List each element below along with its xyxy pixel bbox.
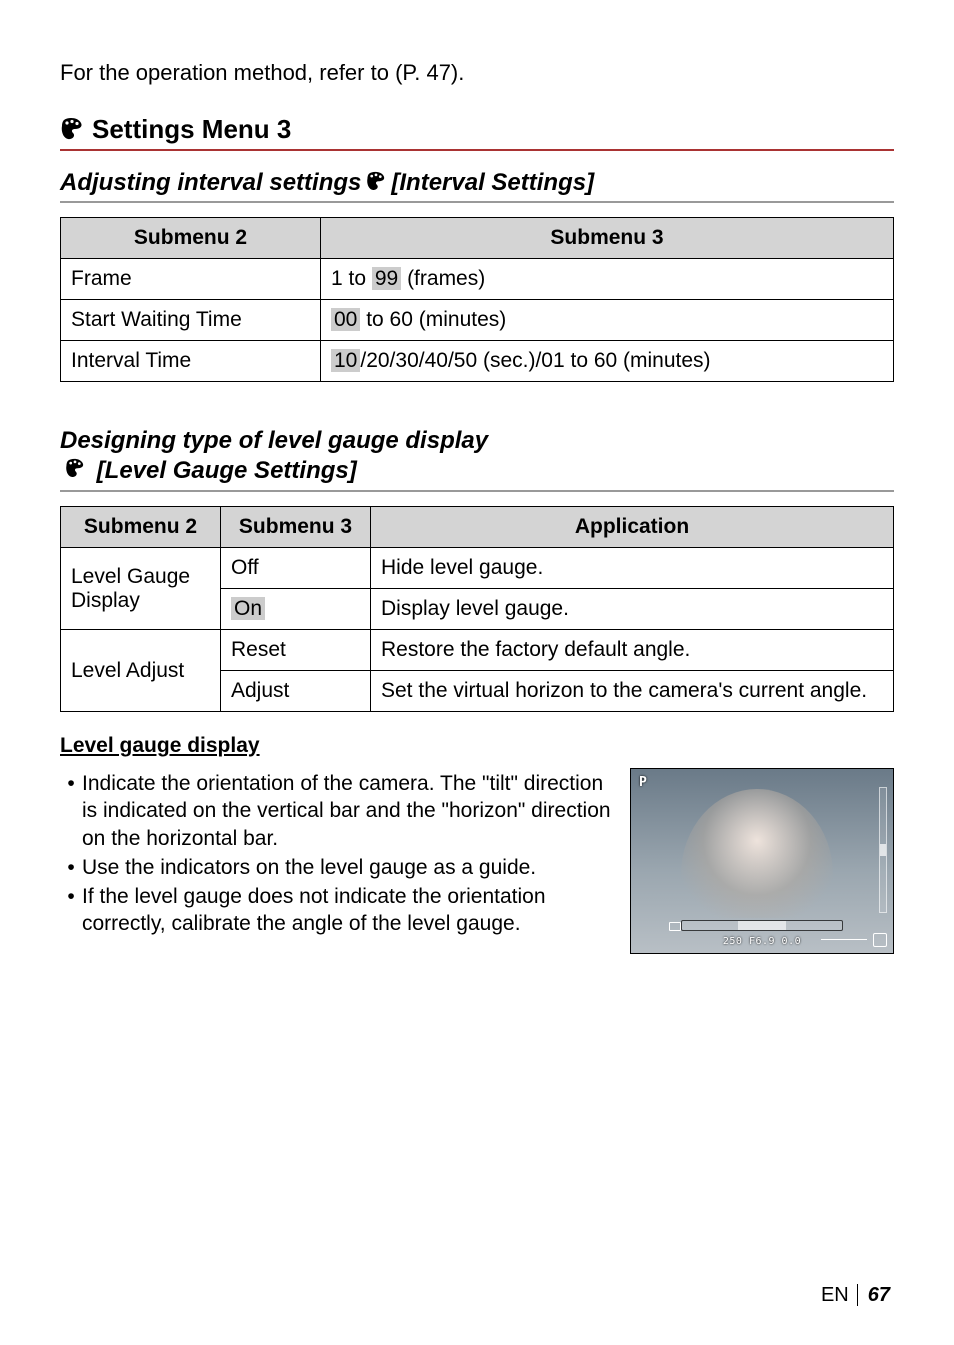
row-app: Restore the factory default angle. [371, 630, 894, 671]
list-item: •Indicate the orientation of the camera.… [60, 770, 614, 852]
row-app: Display level gauge. [371, 589, 894, 630]
row-key: Interval Time [61, 341, 321, 382]
row-key: Start Waiting Time [61, 300, 321, 341]
menu-title: Settings Menu 3 [92, 114, 291, 145]
row-span: Level Adjust [61, 630, 221, 712]
tilt-gauge [879, 787, 887, 913]
level-table: Submenu 2 Submenu 3 Application Level Ga… [60, 506, 894, 712]
preview-subject [681, 789, 833, 918]
row-span: Level Gauge Display [61, 548, 221, 630]
section-title-level: Designing type of level gauge display [L… [60, 426, 894, 486]
bullet-dot: • [60, 854, 82, 881]
palette-icon [365, 171, 387, 195]
row-app: Set the virtual horizon to the camera's … [371, 671, 894, 712]
th-submenu3: Submenu 3 [321, 218, 894, 259]
bullet-dot: • [60, 770, 82, 852]
menu-header: Settings Menu 3 [60, 114, 894, 145]
page-number: 67 [868, 1284, 890, 1306]
section-title-level-line1: Designing type of level gauge display [60, 426, 894, 456]
bullet-text: Indicate the orientation of the camera. … [82, 770, 614, 852]
row-s3: Reset [221, 630, 371, 671]
palette-icon [64, 458, 86, 482]
th-submenu2: Submenu 2 [61, 507, 221, 548]
camera-preview: P 250 F6.9 0.0 [630, 768, 894, 954]
mode-indicator: P [639, 775, 647, 790]
bullet-dot: • [60, 883, 82, 938]
level-gauge-display-heading: Level gauge display [60, 734, 894, 758]
list-item: •Use the indicators on the level gauge a… [60, 854, 614, 881]
horizon-gauge [681, 920, 843, 931]
val-pre: 1 to [331, 267, 372, 290]
row-s3: On [221, 589, 371, 630]
camera-icon [669, 922, 681, 931]
red-rule [60, 149, 894, 151]
table-row: Start Waiting Time 00 to 60 (minutes) [61, 300, 894, 341]
table-row: Level Adjust Reset Restore the factory d… [61, 630, 894, 671]
val-hl: 99 [372, 267, 401, 290]
page-footer: EN 67 [821, 1284, 890, 1307]
table-row: Level Gauge Display Off Hide level gauge… [61, 548, 894, 589]
val-hl: On [231, 597, 265, 620]
table-row: Frame 1 to 99 (frames) [61, 259, 894, 300]
exposure-readout: 250 F6.9 0.0 [631, 936, 893, 947]
row-s3: Off [221, 548, 371, 589]
th-submenu3: Submenu 3 [221, 507, 371, 548]
section-title-level-line2: [Level Gauge Settings] [97, 457, 357, 484]
row-val: 10/20/30/40/50 (sec.)/01 to 60 (minutes) [321, 341, 894, 382]
palette-icon [60, 117, 84, 145]
gray-rule [60, 201, 894, 203]
table-header-row: Submenu 2 Submenu 3 Application [61, 507, 894, 548]
row-app: Hide level gauge. [371, 548, 894, 589]
bullet-text: If the level gauge does not indicate the… [82, 883, 614, 938]
interval-table: Submenu 2 Submenu 3 Frame 1 to 99 (frame… [60, 217, 894, 382]
section-title-interval-pre: Adjusting interval settings [60, 169, 361, 197]
val-post: to 60 (minutes) [360, 308, 506, 331]
bullet-text: Use the indicators on the level gauge as… [82, 854, 614, 881]
intro-text: For the operation method, refer to (P. 4… [60, 60, 894, 86]
gray-rule [60, 490, 894, 492]
val-hl: 00 [331, 308, 360, 331]
row-key: Frame [61, 259, 321, 300]
row-val: 1 to 99 (frames) [321, 259, 894, 300]
th-application: Application [371, 507, 894, 548]
table-row: Interval Time 10/20/30/40/50 (sec.)/01 t… [61, 341, 894, 382]
section-title-interval: Adjusting interval settings [Interval Se… [60, 169, 894, 197]
th-submenu2: Submenu 2 [61, 218, 321, 259]
row-s3: Adjust [221, 671, 371, 712]
list-item: •If the level gauge does not indicate th… [60, 883, 614, 938]
footer-lang: EN [821, 1284, 849, 1306]
section-title-interval-post: [Interval Settings] [391, 169, 594, 197]
table-header-row: Submenu 2 Submenu 3 [61, 218, 894, 259]
val-post: (frames) [401, 267, 485, 290]
val-hl: 10 [331, 349, 360, 372]
bullet-list: •Indicate the orientation of the camera.… [60, 768, 614, 954]
row-val: 00 to 60 (minutes) [321, 300, 894, 341]
val-post: /20/30/40/50 (sec.)/01 to 60 (minutes) [360, 349, 710, 372]
